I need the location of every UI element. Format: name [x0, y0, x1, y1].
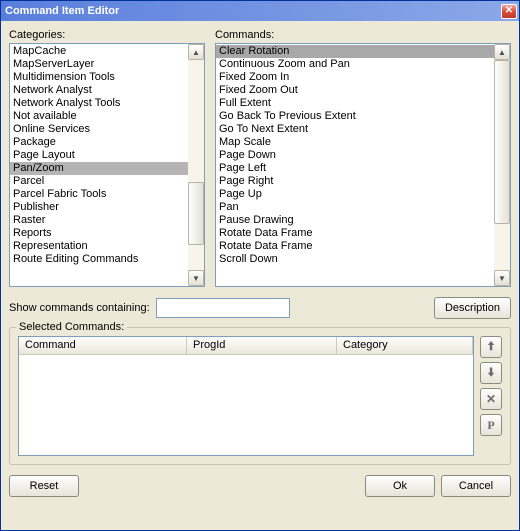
command-item[interactable]: Pause Drawing [216, 214, 494, 227]
command-item[interactable]: Pan [216, 201, 494, 214]
command-item[interactable]: Clear Rotation [216, 45, 494, 58]
command-item[interactable]: Rotate Data Frame [216, 240, 494, 253]
selected-commands-group: Selected Commands: Command ProgId Catego… [9, 327, 511, 465]
titlebar: Command Item Editor ✕ [1, 1, 519, 21]
filter-label: Show commands containing: [9, 302, 150, 314]
selected-commands-table[interactable]: Command ProgId Category [18, 336, 474, 456]
chevron-up-icon: ▲ [498, 48, 506, 57]
category-item[interactable]: Reports [10, 227, 188, 240]
category-item[interactable]: Package [10, 136, 188, 149]
command-item[interactable]: Map Scale [216, 136, 494, 149]
properties-button[interactable]: P [480, 414, 502, 436]
chevron-down-icon: ▼ [192, 274, 200, 283]
col-category[interactable]: Category [337, 337, 473, 354]
command-item[interactable]: Scroll Down [216, 253, 494, 266]
scroll-track[interactable] [494, 60, 510, 270]
close-icon: ✕ [505, 5, 513, 16]
category-item[interactable]: Page Layout [10, 149, 188, 162]
scroll-up-button[interactable]: ▲ [494, 44, 510, 60]
category-item[interactable]: Parcel [10, 175, 188, 188]
reset-button[interactable]: Reset [9, 475, 79, 497]
commands-scrollbar[interactable]: ▲ ▼ [494, 44, 510, 286]
delete-icon: ✕ [486, 392, 496, 406]
table-body [19, 355, 473, 455]
selected-inner: Command ProgId Category 🠩 🠫 ✕ P [18, 336, 502, 456]
scroll-thumb[interactable] [188, 182, 204, 245]
category-item[interactable]: Representation [10, 240, 188, 253]
commands-label: Commands: [215, 29, 511, 41]
lists-row: Categories: MapCacheMapServerLayerMultid… [9, 29, 511, 287]
category-item[interactable]: Not available [10, 110, 188, 123]
command-item[interactable]: Go To Next Extent [216, 123, 494, 136]
category-item[interactable]: Publisher [10, 201, 188, 214]
scroll-down-button[interactable]: ▼ [188, 270, 204, 286]
command-item[interactable]: Page Left [216, 162, 494, 175]
description-button[interactable]: Description [434, 297, 511, 319]
categories-label: Categories: [9, 29, 205, 41]
arrow-up-icon: 🠩 [488, 337, 495, 358]
category-item[interactable]: Raster [10, 214, 188, 227]
category-item[interactable]: Network Analyst Tools [10, 97, 188, 110]
command-item[interactable]: Continuous Zoom and Pan [216, 58, 494, 71]
selected-commands-label: Selected Commands: [16, 321, 127, 333]
dialog-window: Command Item Editor ✕ Categories: MapCac… [0, 0, 520, 531]
chevron-up-icon: ▲ [192, 48, 200, 57]
ok-button[interactable]: Ok [365, 475, 435, 497]
table-header-row: Command ProgId Category [19, 337, 473, 355]
move-up-button[interactable]: 🠩 [480, 336, 502, 358]
category-item[interactable]: Parcel Fabric Tools [10, 188, 188, 201]
arrow-down-icon: 🠫 [488, 363, 495, 384]
filter-input[interactable] [156, 298, 290, 318]
move-down-button[interactable]: 🠫 [480, 362, 502, 384]
command-item[interactable]: Page Right [216, 175, 494, 188]
commands-list-body: Clear RotationContinuous Zoom and PanFix… [216, 44, 494, 286]
filter-row: Show commands containing: Description [9, 297, 511, 319]
command-item[interactable]: Go Back To Previous Extent [216, 110, 494, 123]
chevron-down-icon: ▼ [498, 274, 506, 283]
close-button[interactable]: ✕ [501, 4, 517, 19]
side-buttons: 🠩 🠫 ✕ P [480, 336, 502, 456]
category-item[interactable]: MapCache [10, 45, 188, 58]
scroll-track[interactable] [188, 60, 204, 270]
categories-list-body: MapCacheMapServerLayerMultidimension Too… [10, 44, 188, 286]
command-item[interactable]: Fixed Zoom In [216, 71, 494, 84]
p-icon: P [487, 418, 494, 433]
categories-listbox[interactable]: MapCacheMapServerLayerMultidimension Too… [9, 43, 205, 287]
commands-listbox[interactable]: Clear RotationContinuous Zoom and PanFix… [215, 43, 511, 287]
command-item[interactable]: Fixed Zoom Out [216, 84, 494, 97]
categories-panel: Categories: MapCacheMapServerLayerMultid… [9, 29, 205, 287]
scroll-down-button[interactable]: ▼ [494, 270, 510, 286]
command-item[interactable]: Rotate Data Frame [216, 227, 494, 240]
command-item[interactable]: Page Up [216, 188, 494, 201]
scroll-up-button[interactable]: ▲ [188, 44, 204, 60]
category-item[interactable]: Network Analyst [10, 84, 188, 97]
bottom-buttons-row: Reset Ok Cancel [9, 475, 511, 497]
category-item[interactable]: Route Editing Commands [10, 253, 188, 266]
category-item[interactable]: MapServerLayer [10, 58, 188, 71]
client-area: Categories: MapCacheMapServerLayerMultid… [1, 21, 519, 530]
col-progid[interactable]: ProgId [187, 337, 337, 354]
bottom-right: Ok Cancel [365, 475, 511, 497]
cancel-button[interactable]: Cancel [441, 475, 511, 497]
window-title: Command Item Editor [5, 5, 119, 17]
scroll-thumb[interactable] [494, 60, 510, 224]
category-item[interactable]: Online Services [10, 123, 188, 136]
remove-button[interactable]: ✕ [480, 388, 502, 410]
col-command[interactable]: Command [19, 337, 187, 354]
command-item[interactable]: Page Down [216, 149, 494, 162]
commands-panel: Commands: Clear RotationContinuous Zoom … [215, 29, 511, 287]
category-item[interactable]: Multidimension Tools [10, 71, 188, 84]
categories-scrollbar[interactable]: ▲ ▼ [188, 44, 204, 286]
command-item[interactable]: Full Extent [216, 97, 494, 110]
category-item[interactable]: Pan/Zoom [10, 162, 188, 175]
